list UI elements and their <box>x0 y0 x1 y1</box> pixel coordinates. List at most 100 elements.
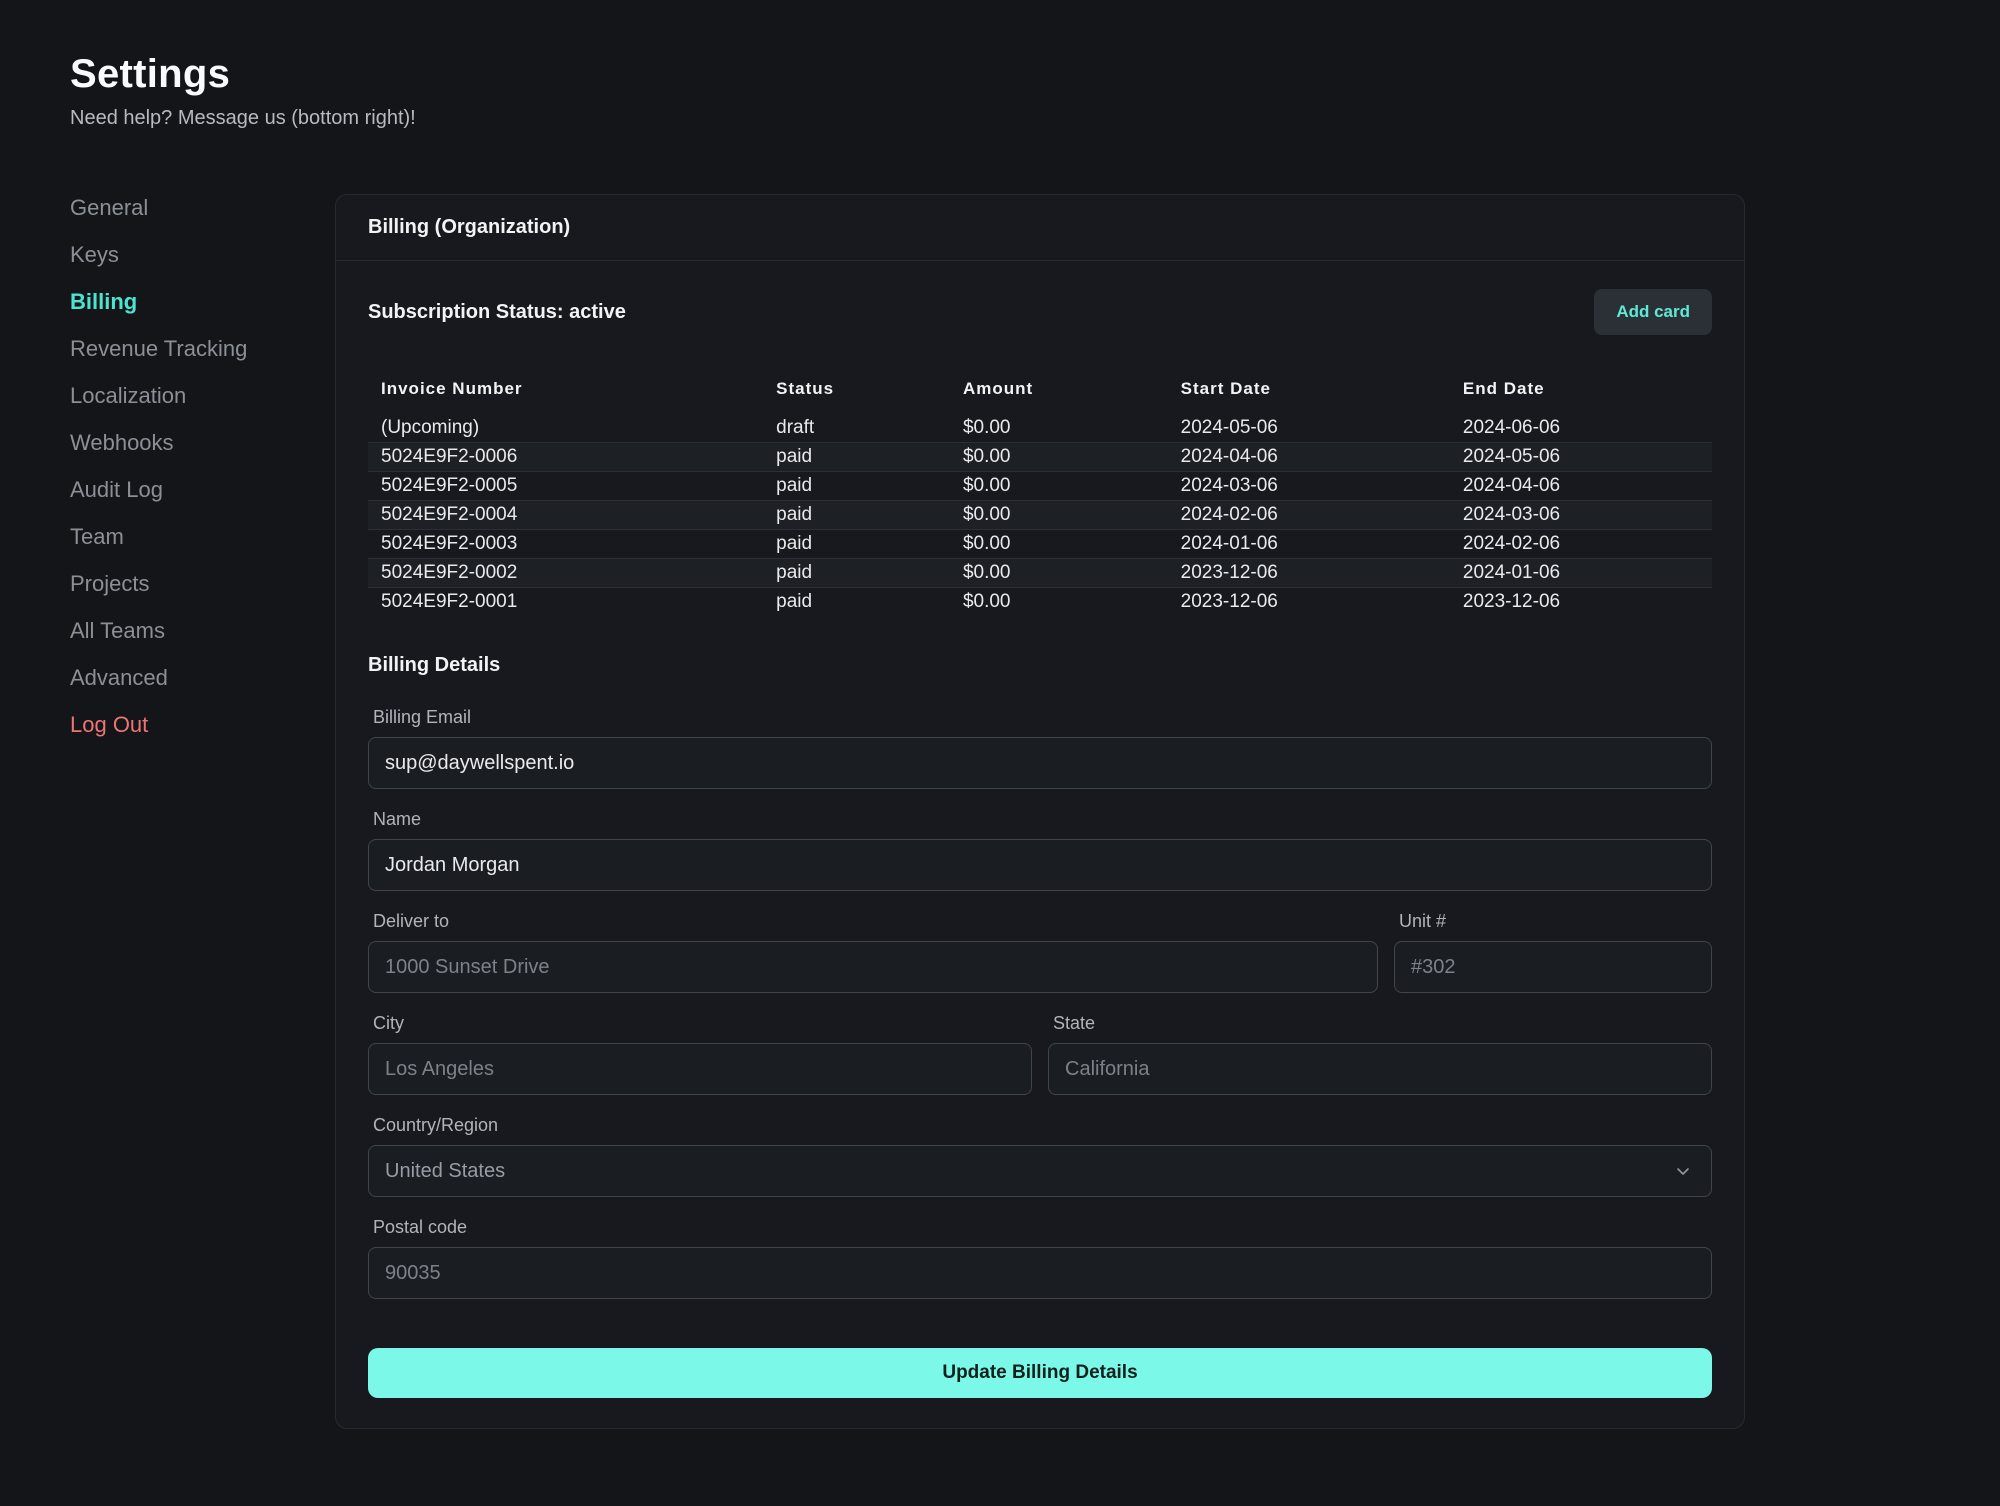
sidebar-item-revenue-tracking[interactable]: Revenue Tracking <box>70 337 247 361</box>
invoice-cell: 5024E9F2-0002 <box>368 559 763 588</box>
invoice-cell: 2024-03-06 <box>1450 501 1712 530</box>
chevron-down-icon <box>1675 1163 1691 1179</box>
deliver-to-label: Deliver to <box>368 911 1378 932</box>
sidebar-item-billing[interactable]: Billing <box>70 290 137 314</box>
city-label: City <box>368 1013 1032 1034</box>
invoice-cell: paid <box>763 530 950 559</box>
invoice-column-header: Amount <box>950 375 1168 414</box>
invoice-cell: 2024-01-06 <box>1168 530 1450 559</box>
invoice-cell: $0.00 <box>950 501 1168 530</box>
invoice-cell: 2024-03-06 <box>1168 472 1450 501</box>
invoice-cell: 5024E9F2-0006 <box>368 443 763 472</box>
country-field-group: Country/Region United States <box>368 1115 1712 1197</box>
city-field-group: City <box>368 1013 1032 1095</box>
billing-email-input[interactable] <box>368 737 1712 789</box>
invoice-cell: 5024E9F2-0004 <box>368 501 763 530</box>
billing-details-form: Billing Email Name Deliver to Unit <box>368 707 1712 1398</box>
unit-input[interactable] <box>1394 941 1712 993</box>
invoice-cell: 2024-01-06 <box>1450 559 1712 588</box>
state-label: State <box>1048 1013 1712 1034</box>
panel-body: Subscription Status: active Add card Inv… <box>336 261 1744 1428</box>
invoice-cell: (Upcoming) <box>368 414 763 443</box>
unit-field-group: Unit # <box>1394 911 1712 993</box>
invoice-row: 5024E9F2-0002paid$0.002023-12-062024-01-… <box>368 559 1712 588</box>
sidebar-item-general[interactable]: General <box>70 196 148 220</box>
invoice-cell: 2024-05-06 <box>1168 414 1450 443</box>
postal-code-label: Postal code <box>368 1217 1712 1238</box>
invoice-cell: 2023-12-06 <box>1168 588 1450 617</box>
update-billing-details-button[interactable]: Update Billing Details <box>368 1348 1712 1398</box>
invoice-cell: 2024-05-06 <box>1450 443 1712 472</box>
invoice-cell: paid <box>763 501 950 530</box>
invoice-table-body: (Upcoming)draft$0.002024-05-062024-06-06… <box>368 414 1712 617</box>
content-row: General Keys Billing Revenue Tracking Locali… <box>70 194 1930 1429</box>
invoice-row: 5024E9F2-0003paid$0.002024-01-062024-02-… <box>368 530 1712 559</box>
invoice-cell: paid <box>763 472 950 501</box>
panel-header: Billing (Organization) <box>336 195 1744 261</box>
add-card-button[interactable]: Add card <box>1594 289 1712 335</box>
invoice-cell: 2024-02-06 <box>1450 530 1712 559</box>
address-field-row: Deliver to Unit # <box>368 911 1712 993</box>
unit-label: Unit # <box>1394 911 1712 932</box>
settings-sidebar: General Keys Billing Revenue Tracking Locali… <box>70 194 335 760</box>
sidebar-item-audit-log[interactable]: Audit Log <box>70 478 163 502</box>
postal-code-input[interactable] <box>368 1247 1712 1299</box>
invoice-cell: draft <box>763 414 950 443</box>
billing-details-heading: Billing Details <box>368 654 1712 677</box>
invoice-column-header: Status <box>763 375 950 414</box>
invoice-column-header: Invoice Number <box>368 375 763 414</box>
invoice-header-row: Invoice NumberStatusAmountStart DateEnd … <box>368 375 1712 414</box>
invoice-cell: 5024E9F2-0001 <box>368 588 763 617</box>
sidebar-item-log-out[interactable]: Log Out <box>70 713 148 737</box>
sidebar-item-team[interactable]: Team <box>70 525 124 549</box>
invoice-table-head: Invoice NumberStatusAmountStart DateEnd … <box>368 375 1712 414</box>
invoice-cell: 5024E9F2-0005 <box>368 472 763 501</box>
state-input[interactable] <box>1048 1043 1712 1095</box>
sidebar-item-localization[interactable]: Localization <box>70 384 186 408</box>
invoice-cell: paid <box>763 588 950 617</box>
name-label: Name <box>368 809 1712 830</box>
page-title: Settings <box>70 52 1930 97</box>
invoice-cell: 5024E9F2-0003 <box>368 530 763 559</box>
invoice-cell: $0.00 <box>950 530 1168 559</box>
invoice-cell: $0.00 <box>950 588 1168 617</box>
sidebar-item-keys[interactable]: Keys <box>70 243 119 267</box>
deliver-to-field-group: Deliver to <box>368 911 1378 993</box>
settings-page: Settings Need help? Message us (bottom r… <box>0 0 2000 1429</box>
sidebar-item-all-teams[interactable]: All Teams <box>70 619 165 643</box>
invoice-cell: paid <box>763 559 950 588</box>
sidebar-item-webhooks[interactable]: Webhooks <box>70 431 174 455</box>
invoice-row: 5024E9F2-0004paid$0.002024-02-062024-03-… <box>368 501 1712 530</box>
invoice-cell: $0.00 <box>950 414 1168 443</box>
invoice-cell: 2024-04-06 <box>1168 443 1450 472</box>
invoice-cell: $0.00 <box>950 559 1168 588</box>
invoice-cell: 2023-12-06 <box>1168 559 1450 588</box>
invoice-column-header: Start Date <box>1168 375 1450 414</box>
invoice-row: 5024E9F2-0006paid$0.002024-04-062024-05-… <box>368 443 1712 472</box>
country-select-value: United States <box>385 1160 505 1183</box>
subscription-row: Subscription Status: active Add card <box>368 289 1712 335</box>
page-subtitle: Need help? Message us (bottom right)! <box>70 107 1930 130</box>
invoice-cell: 2024-06-06 <box>1450 414 1712 443</box>
invoice-column-header: End Date <box>1450 375 1712 414</box>
invoice-cell: $0.00 <box>950 472 1168 501</box>
invoice-cell: 2024-02-06 <box>1168 501 1450 530</box>
invoice-cell: 2024-04-06 <box>1450 472 1712 501</box>
invoice-row: (Upcoming)draft$0.002024-05-062024-06-06 <box>368 414 1712 443</box>
city-input[interactable] <box>368 1043 1032 1095</box>
sidebar-item-advanced[interactable]: Advanced <box>70 666 168 690</box>
subscription-status: Subscription Status: active <box>368 301 626 324</box>
name-field-group: Name <box>368 809 1712 891</box>
deliver-to-input[interactable] <box>368 941 1378 993</box>
invoice-table: Invoice NumberStatusAmountStart DateEnd … <box>368 375 1712 616</box>
invoice-cell: 2023-12-06 <box>1450 588 1712 617</box>
invoice-cell: $0.00 <box>950 443 1168 472</box>
invoice-row: 5024E9F2-0005paid$0.002024-03-062024-04-… <box>368 472 1712 501</box>
invoice-row: 5024E9F2-0001paid$0.002023-12-062023-12-… <box>368 588 1712 617</box>
state-field-group: State <box>1048 1013 1712 1095</box>
billing-email-label: Billing Email <box>368 707 1712 728</box>
name-input[interactable] <box>368 839 1712 891</box>
sidebar-item-projects[interactable]: Projects <box>70 572 149 596</box>
postal-code-field-group: Postal code <box>368 1217 1712 1299</box>
country-select[interactable]: United States <box>368 1145 1712 1197</box>
